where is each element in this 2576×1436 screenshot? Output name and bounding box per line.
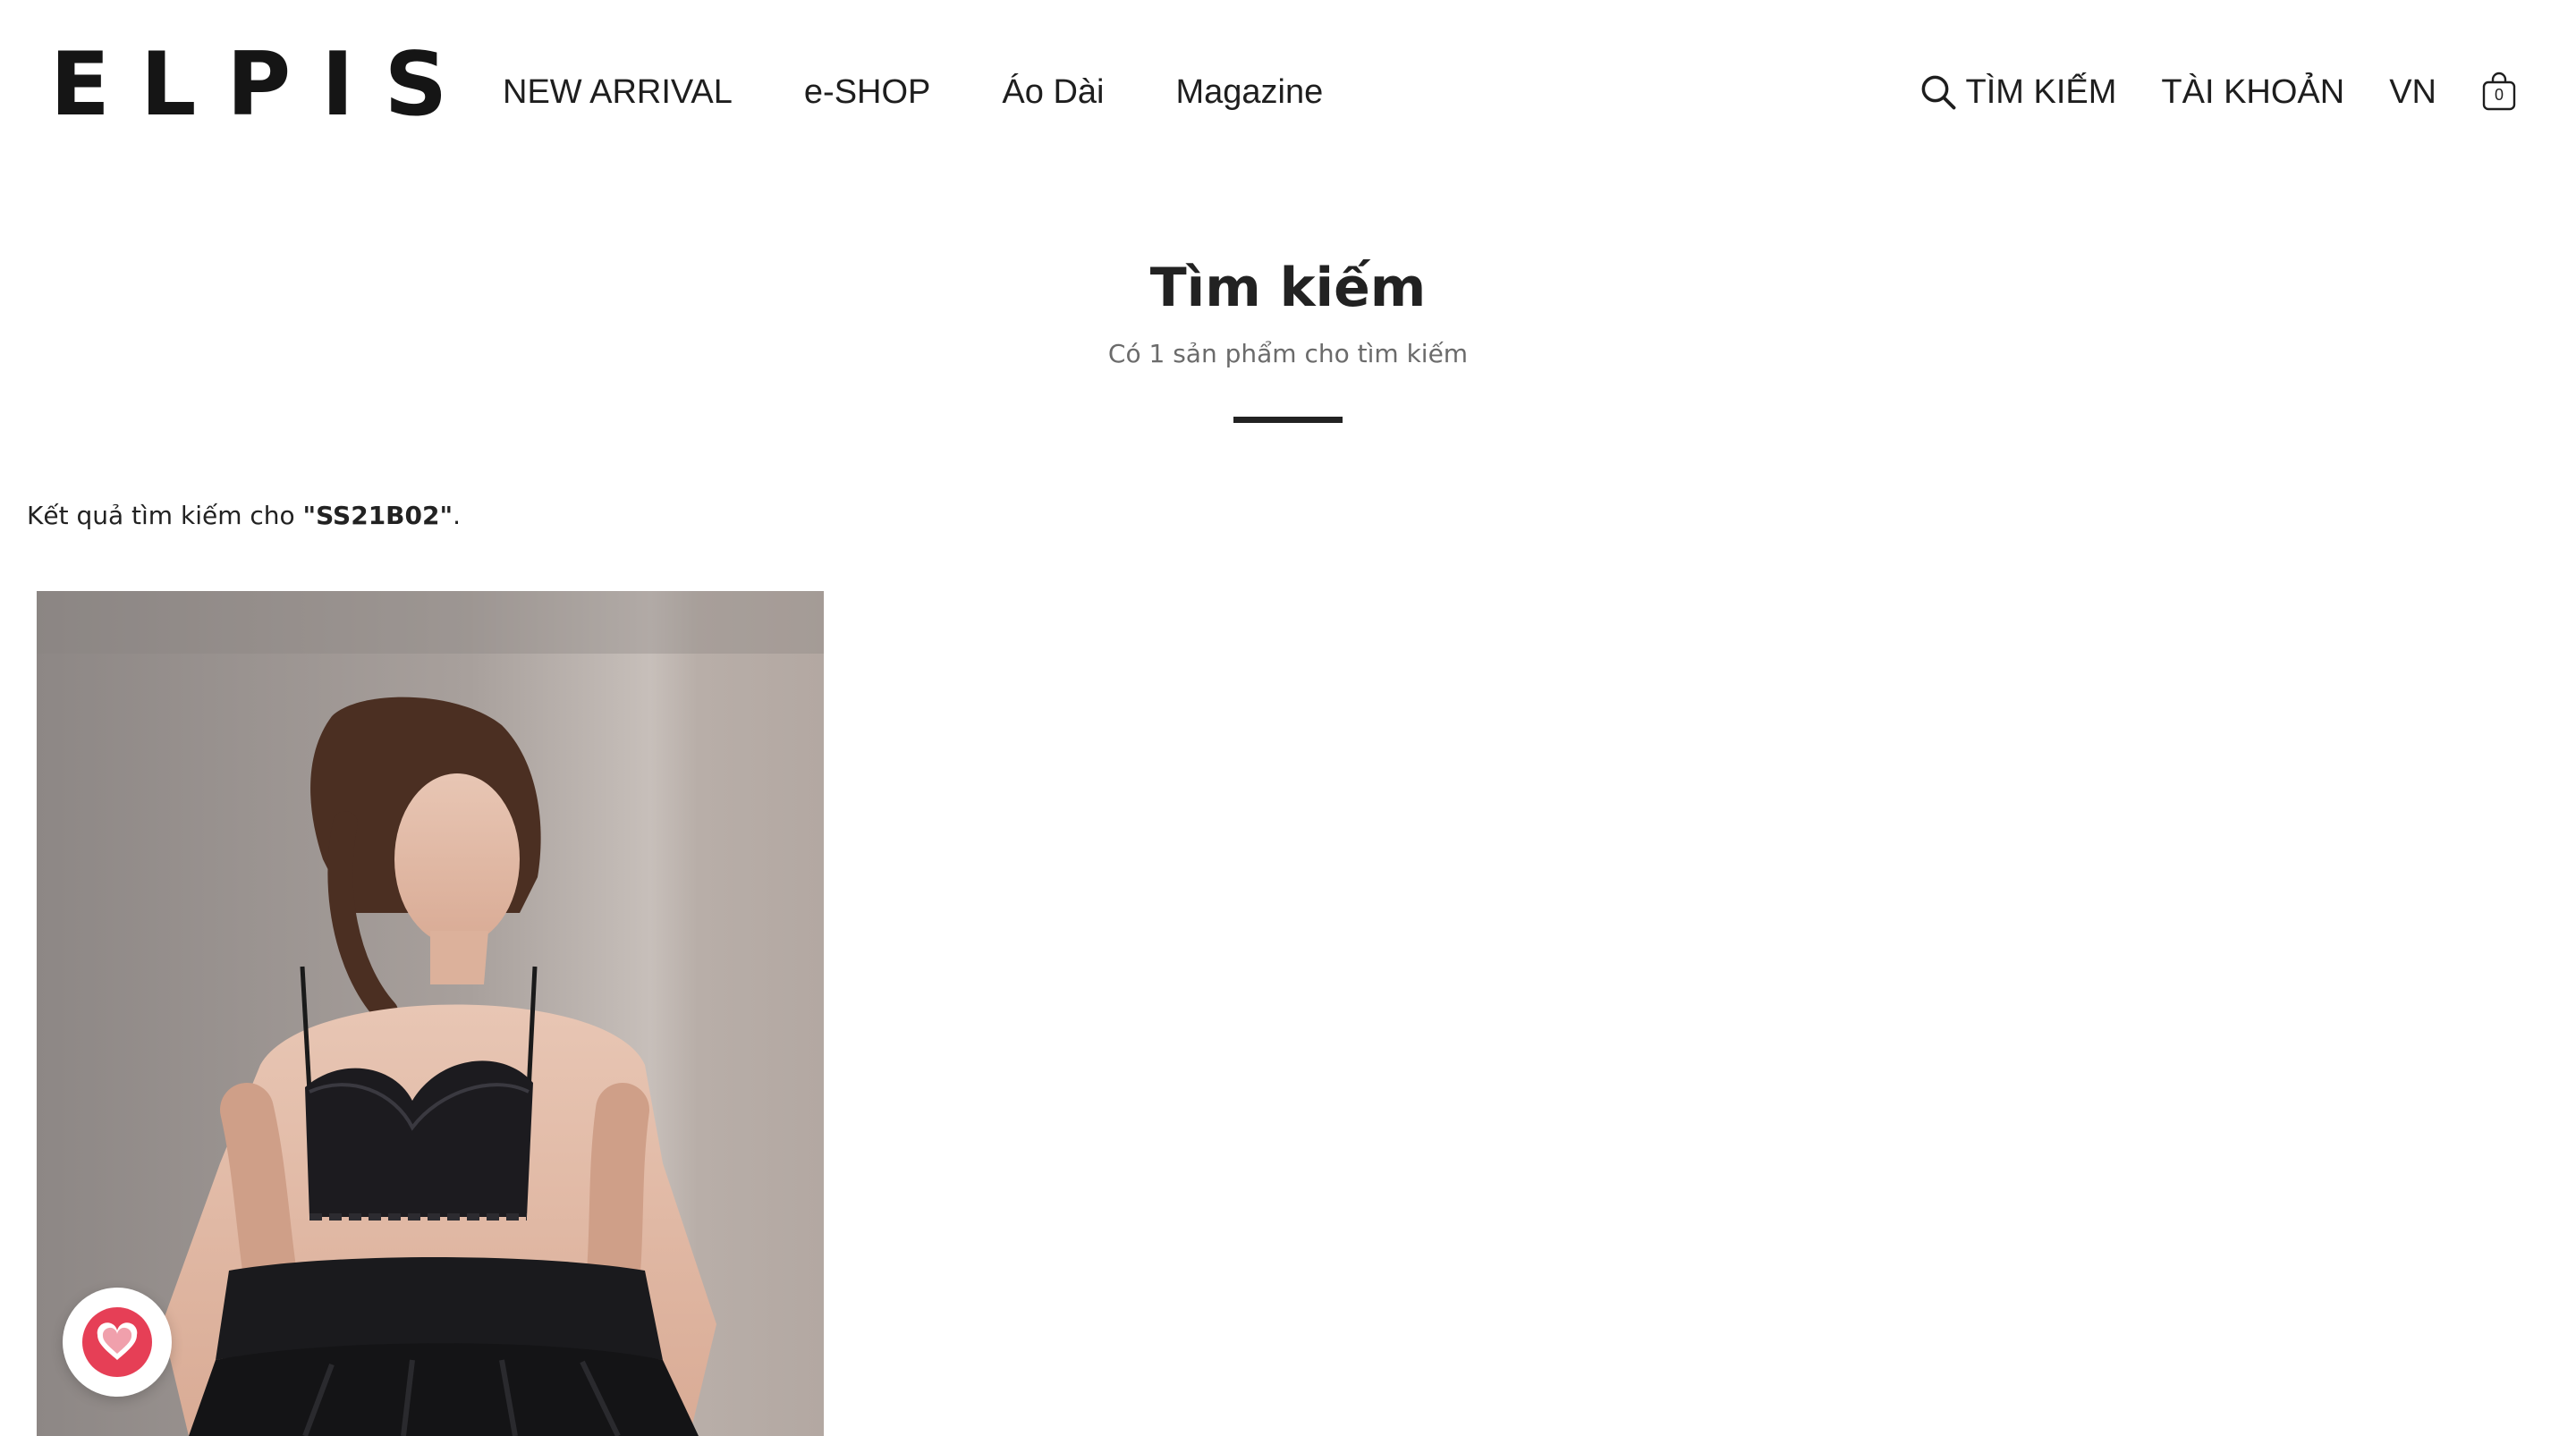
language-switch[interactable]: VN (2389, 66, 2436, 118)
page: ELPIS NEW ARRIVAL e-SHOP Áo Dài Magazine… (0, 0, 2576, 1436)
language-label: VN (2389, 73, 2436, 111)
page-title: Tìm kiếm (1149, 257, 1427, 319)
search-heading: Tìm kiếm Có 1 sản phẩm cho tìm kiếm (0, 250, 2576, 423)
result-prefix: Kết quả tìm kiếm cho (27, 501, 303, 530)
nav-new-arrival[interactable]: NEW ARRIVAL (503, 66, 733, 118)
search-label: TÌM KIẾM (1965, 73, 2117, 111)
nav-magazine[interactable]: Magazine (1175, 66, 1323, 118)
account-link[interactable]: TÀI KHOẢN (2161, 66, 2344, 118)
search-result-summary: Kết quả tìm kiếm cho "SS21B02". (27, 497, 461, 535)
nav-ao-dai[interactable]: Áo Dài (1002, 66, 1104, 118)
result-count: Có 1 sản phẩm cho tìm kiếm (1107, 339, 1469, 368)
nav-eshop[interactable]: e-SHOP (804, 66, 930, 118)
header-actions: TÌM KIẾM TÀI KHOẢN VN 0 (1919, 66, 2518, 118)
title-divider (1233, 417, 1343, 423)
elpis-logo[interactable]: ELPIS (50, 36, 478, 134)
search-query: "SS21B02" (302, 501, 453, 530)
search-link[interactable]: TÌM KIẾM (1919, 66, 2117, 118)
result-suffix: . (453, 501, 461, 530)
cart-button[interactable]: 0 (2481, 72, 2517, 113)
cart-count: 0 (2494, 86, 2504, 104)
wishlist-badge (82, 1307, 152, 1377)
account-label: TÀI KHOẢN (2161, 73, 2345, 111)
search-icon (1921, 75, 1955, 110)
wishlist-button[interactable] (63, 1288, 172, 1397)
site-header: ELPIS NEW ARRIVAL e-SHOP Áo Dài Magazine… (0, 0, 2576, 170)
heart-icon (97, 1322, 138, 1360)
main-nav: NEW ARRIVAL e-SHOP Áo Dài Magazine (503, 66, 1323, 118)
